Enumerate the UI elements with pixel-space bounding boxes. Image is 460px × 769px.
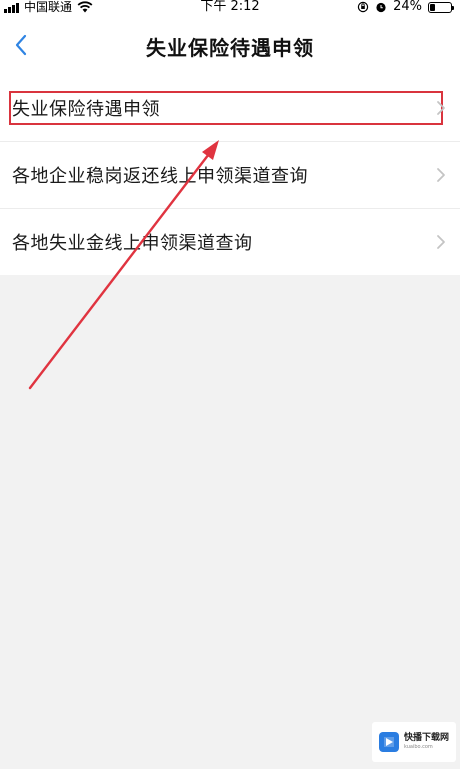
battery-percent: 24% [393, 0, 422, 14]
chevron-right-icon [437, 168, 445, 182]
list-item-label: 各地失业金线上申领渠道查询 [12, 233, 253, 254]
page-title: 失业保险待遇申领 [146, 36, 314, 60]
rotation-lock-icon [357, 1, 369, 13]
watermark: 快播下载网 kuaibo.com [372, 722, 456, 762]
alarm-icon [376, 2, 386, 13]
watermark-logo-icon [379, 732, 399, 752]
status-bar: 中国联通 下午 2:12 24% [0, 0, 460, 18]
watermark-text: 快播下载网 kuaibo.com [404, 733, 449, 751]
list-item-unemployment-fund-channel-query[interactable]: 各地失业金线上申领渠道查询 [0, 208, 460, 275]
list-item-label: 各地企业稳岗返还线上申领渠道查询 [12, 166, 308, 187]
chevron-right-icon [437, 235, 445, 249]
list-item-unemployment-benefit-claim[interactable]: 失业保险待遇申领 [0, 74, 460, 141]
battery-icon [428, 1, 454, 13]
chevron-right-icon [437, 100, 445, 115]
highlight-box [9, 91, 443, 125]
list-item-job-stabilization-refund-query[interactable]: 各地企业稳岗返还线上申领渠道查询 [0, 141, 460, 208]
status-right: 24% [357, 0, 454, 14]
watermark-url: kuaibo.com [404, 744, 433, 750]
watermark-name: 快播下载网 [404, 733, 450, 743]
nav-bar: 失业保险待遇申领 [0, 18, 460, 74]
service-list: 失业保险待遇申领 各地企业稳岗返还线上申领渠道查询 各地失业金线上申领渠道查询 [0, 74, 460, 275]
